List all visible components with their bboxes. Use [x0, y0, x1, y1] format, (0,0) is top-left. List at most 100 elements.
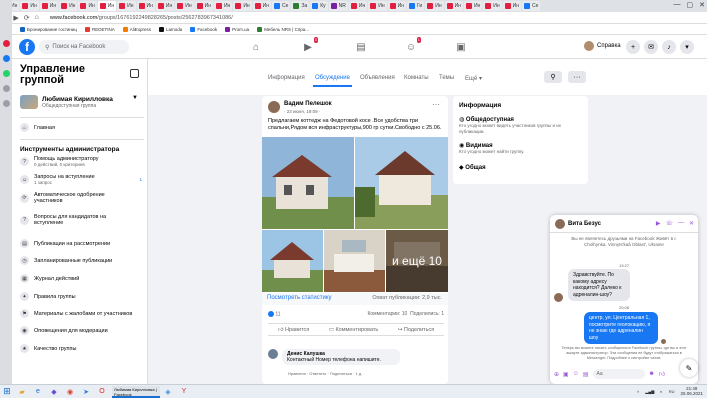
sticker-icon[interactable]: ☺: [573, 371, 579, 377]
video-call-icon[interactable]: ▶: [656, 220, 661, 227]
chrome-icon[interactable]: ◉: [62, 386, 78, 398]
sidebar-item-admin-tool[interactable]: ▦ Журнал действий: [20, 274, 146, 283]
clock[interactable]: 21:49 25.06.2021: [680, 386, 703, 396]
group-tab[interactable]: Объявления: [360, 75, 395, 81]
audio-call-icon[interactable]: ☏: [665, 220, 673, 227]
sidebar-item-admin-tool[interactable]: ? Помощь администратору 0 действий, 0 крит…: [20, 156, 146, 167]
volume-icon[interactable]: 🔈︎: [660, 389, 662, 394]
group-tab[interactable]: Комнаты: [404, 75, 429, 81]
bookmark-item[interactable]: Facebook: [190, 26, 217, 32]
sidebar-item-admin-tool[interactable]: ? Вопросы для кандидатов на вступление: [20, 214, 146, 226]
telegram-icon[interactable]: ➤: [78, 386, 94, 398]
start-menu-icon[interactable]: ⊞: [0, 386, 14, 397]
group-tab[interactable]: Информация: [268, 75, 305, 81]
chevron-up-icon[interactable]: ˄: [637, 389, 639, 394]
group-switcher[interactable]: Любимая Кирилловка Общедоступная группа …: [20, 91, 144, 113]
browser-tab[interactable]: Ин: [20, 1, 39, 11]
gaming-nav-icon[interactable]: ▣: [454, 40, 468, 54]
create-icon[interactable]: +: [626, 40, 640, 54]
marketplace-nav-icon[interactable]: ▤: [354, 40, 368, 54]
likes-count[interactable]: 11: [275, 311, 280, 317]
url-field[interactable]: www.facebook.com/groups/1676192249828265…: [50, 15, 233, 21]
browser-tab[interactable]: Ин: [213, 1, 233, 11]
search-input[interactable]: ⚲ Поиск на Facebook: [39, 40, 129, 54]
more-options-button[interactable]: ···: [568, 71, 586, 83]
browser-tab[interactable]: Ин: [194, 1, 213, 11]
history-icon[interactable]: [2, 85, 10, 92]
share-button[interactable]: ↪ Поделиться: [398, 327, 435, 333]
yandex-icon[interactable]: Y: [176, 386, 192, 398]
chat-contact-name[interactable]: Вита Безус: [568, 221, 601, 227]
post-photo[interactable]: [324, 230, 385, 292]
browser-tab[interactable]: Ин: [233, 1, 252, 11]
browser-tab[interactable]: Ин: [348, 1, 368, 11]
browser-tab[interactable]: Ин: [252, 1, 272, 11]
chat-header[interactable]: Вита Безус ▶ ☏ — ✕: [550, 215, 698, 233]
post-photo[interactable]: [355, 137, 448, 229]
avatar[interactable]: [268, 349, 278, 359]
network-icon[interactable]: ▂▄▆: [645, 389, 654, 394]
message-input[interactable]: Аа: [592, 369, 645, 379]
avatar[interactable]: [268, 101, 280, 113]
sidebar-item-home[interactable]: ⌂ Главная: [20, 123, 146, 132]
comment-actions[interactable]: Нравится · Ответить · Поделиться · 1 д: [288, 371, 361, 376]
sidebar-item-admin-tool[interactable]: ◉ Оповещения для модерации: [20, 326, 146, 335]
reload-icon[interactable]: ⟳: [24, 14, 30, 22]
opera-speed-dial-icon[interactable]: [2, 40, 10, 47]
facebook-logo-icon[interactable]: f: [19, 39, 35, 55]
bookmark-item[interactable]: Lamoda: [159, 26, 182, 32]
bookmark-item[interactable]: Бронирование гостиниц: [20, 26, 77, 32]
maximize-icon[interactable]: ▢: [687, 1, 694, 9]
post-date[interactable]: · 23 июня, 19:09 ·: [284, 109, 320, 114]
browser-tab[interactable]: Ин: [502, 1, 522, 11]
sidebar-item-admin-tool[interactable]: ★ Качество группы: [20, 344, 146, 353]
comment-share-counts[interactable]: Комментарии: 10 Поделились: 1: [367, 311, 444, 317]
minimize-icon[interactable]: —: [674, 1, 681, 9]
sidebar-item-admin-tool[interactable]: ☺ Запросы на вступление 1 запрос 1: [20, 174, 146, 185]
browser-tab[interactable]: Ин: [78, 1, 97, 11]
add-icon[interactable]: ⊕: [554, 371, 559, 378]
browser-tab[interactable]: Ин: [444, 1, 463, 11]
app-icon[interactable]: ◈: [160, 386, 176, 398]
whatsapp-icon[interactable]: [2, 70, 10, 77]
image-icon[interactable]: ▣: [563, 371, 569, 378]
browser-tab[interactable]: Се: [522, 1, 541, 11]
comment-button[interactable]: ▭ Комментировать: [329, 327, 379, 333]
sidebar-item-admin-tool[interactable]: ⚑ Материалы с жалобами от участников: [20, 309, 146, 318]
file-explorer-icon[interactable]: ▰: [14, 386, 30, 398]
account-menu-icon[interactable]: ▾: [680, 40, 694, 54]
sidebar-item-admin-tool[interactable]: ✦ Правила группы: [20, 292, 146, 301]
close-icon[interactable]: ✕: [689, 220, 694, 227]
browser-tab[interactable]: Ин: [117, 1, 136, 11]
browser-tab[interactable]: NR: [328, 1, 348, 11]
new-message-button[interactable]: ✎: [680, 359, 698, 377]
group-tab[interactable]: Ещё ▾: [465, 75, 482, 82]
browser-tab[interactable]: Ин: [155, 1, 175, 11]
minimize-icon[interactable]: —: [678, 220, 684, 227]
bookmark-item[interactable]: REDETINA: [85, 26, 115, 32]
profile-link[interactable]: Справка: [584, 41, 621, 51]
search-group-button[interactable]: ⚲: [544, 71, 562, 83]
like-icon[interactable]: 👍︎: [659, 370, 665, 378]
groups-nav-icon[interactable]: ☺ 1: [404, 37, 421, 54]
post-menu-icon[interactable]: ···: [432, 100, 440, 109]
browser-tab[interactable]: Ги: [406, 1, 425, 11]
app-icon[interactable]: ◆: [46, 386, 62, 398]
post-photo-more[interactable]: и ещё 10: [386, 230, 448, 292]
watch-nav-icon[interactable]: ▶ 3: [301, 37, 318, 54]
browser-tab[interactable]: Ин: [463, 1, 483, 11]
notifications-icon[interactable]: ♪: [662, 40, 676, 54]
browser-tab[interactable]: Ин: [97, 1, 117, 11]
messenger-icon[interactable]: [2, 55, 10, 62]
emoji-icon[interactable]: ☻: [649, 371, 655, 377]
forward-icon[interactable]: ▶: [13, 14, 18, 22]
browser-tab[interactable]: За: [291, 1, 310, 11]
collapse-sidebar-icon[interactable]: [130, 69, 139, 78]
post-photo[interactable]: [262, 230, 323, 292]
gif-icon[interactable]: ▤: [583, 371, 589, 378]
view-insights-link[interactable]: Посмотреть статистику: [267, 295, 332, 301]
group-tab[interactable]: Темы: [439, 75, 454, 81]
messenger-icon[interactable]: ✉: [644, 40, 658, 54]
home-nav-icon[interactable]: ⌂: [249, 40, 263, 54]
sidebar-item-admin-tool[interactable]: ⟳ Автоматическое одобрение участников: [20, 192, 146, 204]
